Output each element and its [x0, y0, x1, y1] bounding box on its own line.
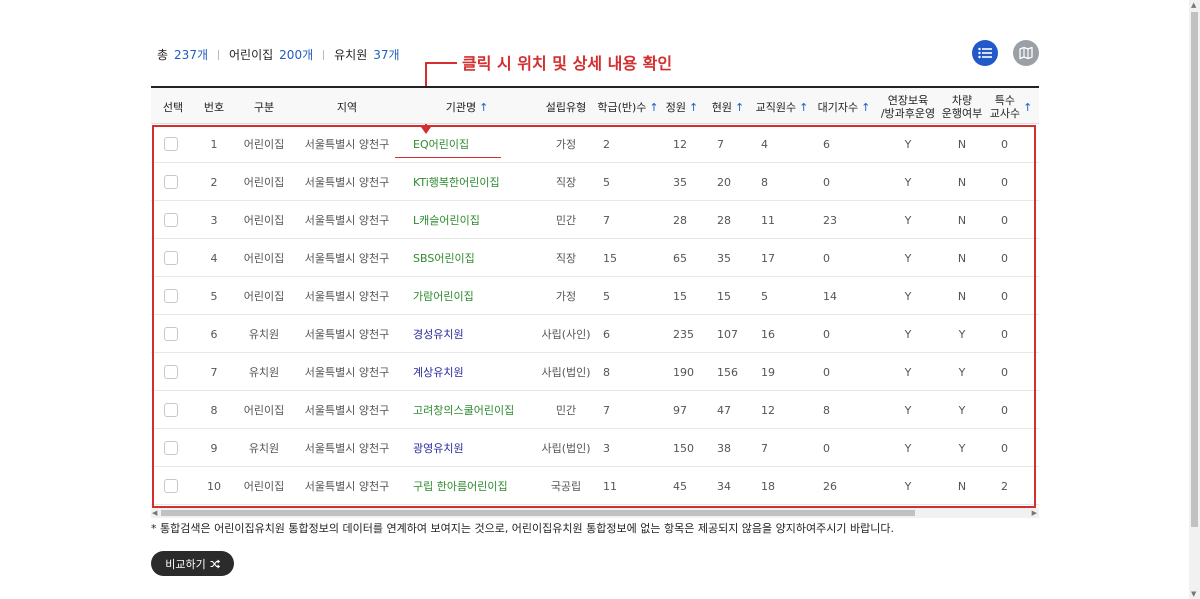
- col-special-sort[interactable]: 특수 교사수 ↑: [983, 88, 1039, 126]
- compare-button[interactable]: 비교하기: [151, 551, 234, 576]
- col-select: 선택: [162, 100, 184, 114]
- col-capacity-sort[interactable]: 정원 ↑: [659, 88, 705, 126]
- list-view-button[interactable]: [972, 40, 998, 66]
- total-label: 총: [157, 48, 169, 62]
- sort-arrow-icon: ↑: [649, 100, 659, 114]
- scroll-up-icon[interactable]: ▲: [1191, 1, 1196, 9]
- horizontal-scrollbar[interactable]: ◀ ▶: [151, 508, 1039, 518]
- daycare-count: 200개: [279, 48, 314, 62]
- scroll-down-icon[interactable]: ▼: [1191, 590, 1196, 598]
- list-icon: [978, 47, 992, 59]
- col-waiting-sort[interactable]: 대기자수 ↑: [813, 88, 875, 126]
- daycare-label: 어린이집: [229, 48, 274, 62]
- divider: [323, 49, 325, 60]
- vertical-scrollbar[interactable]: ▲ ▼: [1189, 0, 1200, 599]
- notice-text: * 통합검색은 어린이집유치원 통합정보의 데이터를 연계하여 보여지는 것으로…: [151, 522, 894, 535]
- scroll-left-icon[interactable]: ◀: [152, 509, 157, 517]
- highlight-box: [152, 125, 1036, 508]
- result-summary: 총 237개 어린이집 200개 유치원 37개: [157, 46, 400, 63]
- scroll-right-icon[interactable]: ▶: [1032, 509, 1037, 517]
- map-view-button[interactable]: [1013, 40, 1039, 66]
- callout-line: [427, 62, 457, 64]
- col-type: 구분: [253, 100, 275, 114]
- callout-text: 클릭 시 위치 및 상세 내용 확인: [462, 54, 673, 73]
- sort-arrow-icon: ↑: [689, 100, 699, 114]
- scrollbar-thumb[interactable]: [161, 510, 915, 516]
- col-current-sort[interactable]: 현원 ↑: [705, 88, 751, 126]
- col-vehicle: 차량 운행여부: [941, 94, 983, 120]
- col-extended: 연장보육/방과후운영: [880, 94, 936, 120]
- col-region: 지역: [336, 100, 358, 114]
- col-est-type: 설립유형: [545, 100, 587, 114]
- col-number: 번호: [203, 100, 225, 114]
- col-name-sort[interactable]: 기관명 ↑: [399, 88, 535, 126]
- map-icon: [1019, 46, 1033, 60]
- table-header: 선택 번호 구분 지역 기관명 ↑ 설립유형 학급(반)수 ↑ 정원 ↑ 현원 ↑ 교직…: [151, 86, 1039, 124]
- sort-arrow-icon: ↑: [735, 100, 745, 114]
- sort-arrow-icon: ↑: [1023, 100, 1033, 114]
- scrollbar-thumb[interactable]: [1191, 12, 1198, 527]
- sort-arrow-icon: ↑: [799, 100, 809, 114]
- col-classes-sort[interactable]: 학급(반)수 ↑: [597, 88, 659, 126]
- sort-arrow-icon: ↑: [479, 100, 489, 114]
- shuffle-icon: [210, 559, 220, 568]
- sort-arrow-icon: ↑: [861, 100, 871, 114]
- total-count: 237개: [174, 48, 208, 62]
- col-staff-sort[interactable]: 교직원수 ↑: [751, 88, 813, 126]
- kinder-label: 유치원: [334, 48, 368, 62]
- compare-button-label: 비교하기: [165, 557, 206, 571]
- divider: [218, 49, 219, 60]
- kinder-count: 37개: [373, 48, 400, 62]
